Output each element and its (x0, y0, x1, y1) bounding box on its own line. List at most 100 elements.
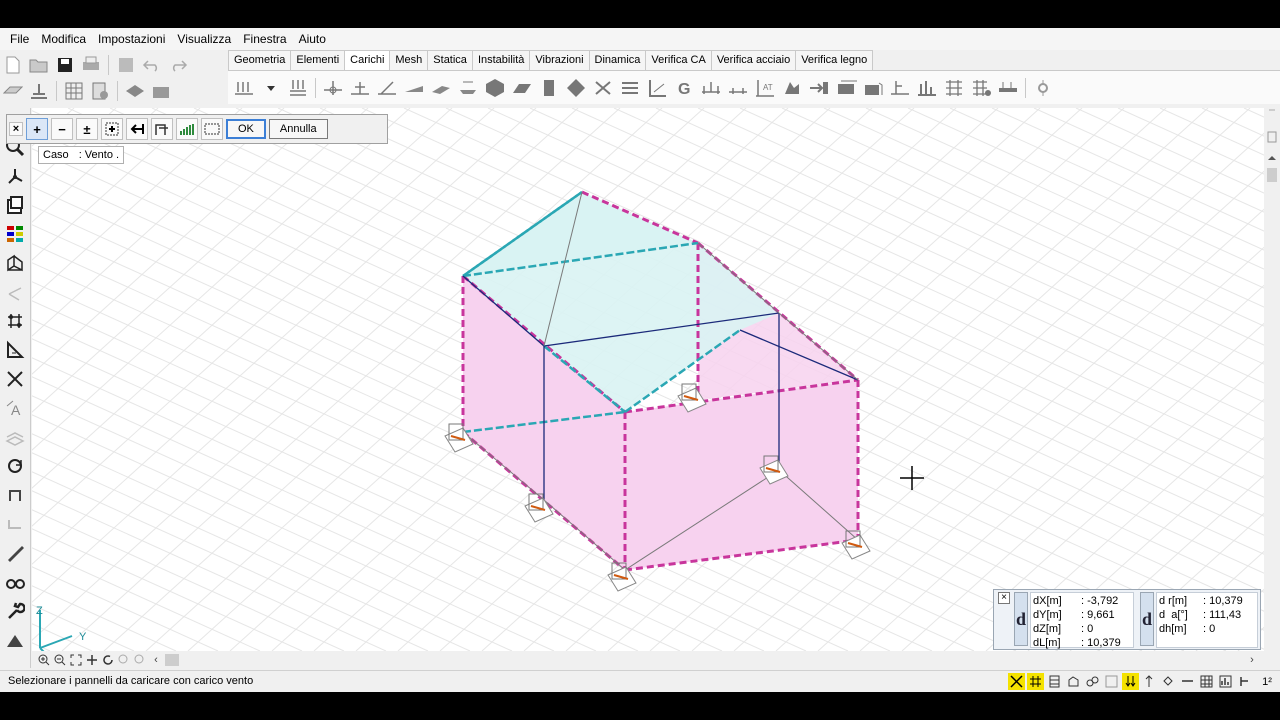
connector-icon[interactable] (1, 511, 29, 537)
link-icon[interactable] (1084, 673, 1101, 690)
apply-to-frame-icon[interactable] (151, 118, 173, 140)
color-palette-icon[interactable] (1, 221, 29, 247)
chart-view-icon[interactable] (1217, 673, 1234, 690)
menu-finestra[interactable]: Finestra (237, 28, 292, 50)
envelope-icon[interactable] (807, 76, 831, 100)
nodal-load-icon[interactable] (286, 76, 310, 100)
menu-impostazioni[interactable]: Impostazioni (92, 28, 171, 50)
menu-file[interactable]: File (4, 28, 35, 50)
print-icon[interactable] (80, 54, 102, 76)
report-icon[interactable] (89, 80, 111, 102)
panel-load-icon[interactable] (510, 76, 534, 100)
undo-icon[interactable] (141, 54, 163, 76)
tab-statica[interactable]: Statica (427, 50, 473, 70)
scale-label[interactable]: 1² (1255, 673, 1279, 690)
dimension-v-icon[interactable] (726, 76, 750, 100)
snap-grid-icon[interactable] (1027, 673, 1044, 690)
wireframe-icon[interactable] (1, 250, 29, 276)
distributed-load-icon[interactable] (232, 76, 256, 100)
move-nodes-icon[interactable] (1, 308, 29, 334)
bar-chart-icon[interactable] (176, 118, 198, 140)
tab-mesh[interactable]: Mesh (389, 50, 429, 70)
table-icon[interactable] (63, 80, 85, 102)
frame-select-icon[interactable] (1103, 673, 1120, 690)
foundation-icon[interactable] (28, 80, 50, 102)
pan-icon[interactable] (84, 652, 100, 668)
window-select-icon[interactable] (201, 118, 223, 140)
spring-icon[interactable] (915, 76, 939, 100)
menu-visualizza[interactable]: Visualizza (171, 28, 237, 50)
measure-close-button[interactable]: × (998, 592, 1010, 604)
table-view-icon[interactable] (1198, 673, 1215, 690)
plane-view-icon[interactable] (2, 80, 24, 102)
ok-button[interactable]: OK (226, 119, 266, 139)
structure-3d-view[interactable]: Z Y X (32, 108, 1264, 651)
line-icon[interactable] (1, 279, 29, 305)
layer-icon[interactable] (124, 80, 146, 102)
solid-load-icon[interactable] (483, 76, 507, 100)
load-direction-icon[interactable] (1122, 673, 1139, 690)
glasses-icon[interactable] (1, 569, 29, 595)
zoom-extents-icon[interactable] (68, 652, 84, 668)
perspective-icon[interactable] (1179, 673, 1196, 690)
toggle-load-button[interactable]: ± (76, 118, 98, 140)
node-snap-icon[interactable] (1160, 673, 1177, 690)
menu-modifica[interactable]: Modifica (35, 28, 92, 50)
scroll-left-icon[interactable]: ‹ (148, 652, 164, 668)
settings-icon[interactable] (1031, 76, 1055, 100)
layers-icon[interactable] (1046, 673, 1063, 690)
frame-icon[interactable] (1, 482, 29, 508)
tab-verifica-legno[interactable]: Verifica legno (795, 50, 874, 70)
block-load-2-icon[interactable] (861, 76, 885, 100)
block-load-icon[interactable] (834, 76, 858, 100)
redo-icon[interactable] (167, 54, 189, 76)
combination-icon[interactable] (780, 76, 804, 100)
hatch-icon[interactable] (1, 424, 29, 450)
select-all-icon[interactable] (101, 118, 123, 140)
menu-aiuto[interactable]: Aiuto (293, 28, 332, 50)
snow-load-icon[interactable] (618, 76, 642, 100)
zoom-in-icon[interactable] (36, 652, 52, 668)
zoom-next-icon[interactable] (132, 652, 148, 668)
save-icon[interactable] (54, 54, 76, 76)
vehicle-load-icon[interactable] (996, 76, 1020, 100)
scroll-thumb[interactable] (164, 652, 180, 668)
wall-load-icon[interactable] (537, 76, 561, 100)
slab-load-icon[interactable] (429, 76, 453, 100)
scale-vertical-icon[interactable] (1141, 673, 1158, 690)
model-viewport[interactable]: Z Y X (32, 108, 1264, 651)
dimension-h-icon[interactable] (699, 76, 723, 100)
new-file-icon[interactable] (2, 54, 24, 76)
snap-cross-icon[interactable] (1008, 673, 1025, 690)
direction-arrow-icon[interactable] (126, 118, 148, 140)
axis-load-icon[interactable] (321, 76, 345, 100)
tab-instabilita[interactable]: Instabilità (471, 50, 531, 70)
vertical-scrollbar[interactable] (1264, 108, 1280, 680)
tab-verifica-ca[interactable]: Verifica CA (645, 50, 712, 70)
dropdown-arrow-icon[interactable] (259, 76, 283, 100)
bracket-icon[interactable] (1236, 673, 1253, 690)
add-load-button[interactable]: + (26, 118, 48, 140)
foundation-load-icon[interactable] (888, 76, 912, 100)
plate-load-icon[interactable] (456, 76, 480, 100)
properties-icon[interactable] (1, 192, 29, 218)
render-icon[interactable] (1065, 673, 1082, 690)
orbit-icon[interactable] (100, 652, 116, 668)
tab-carichi[interactable]: Carichi (344, 50, 391, 71)
scroll-right-icon[interactable]: › (1244, 652, 1260, 668)
tab-vibrazioni[interactable]: Vibrazioni (529, 50, 590, 70)
inclined-load-icon[interactable] (375, 76, 399, 100)
measure-angle-icon[interactable] (1, 337, 29, 363)
cancel-button[interactable]: Annulla (268, 119, 328, 139)
ruler-icon[interactable] (1, 540, 29, 566)
cut-icon[interactable] (1, 366, 29, 392)
tab-geometria[interactable]: Geometria (228, 50, 292, 70)
remove-load-button[interactable]: − (51, 118, 73, 140)
beam-load-icon[interactable] (402, 76, 426, 100)
home-view-icon[interactable] (1, 627, 29, 653)
zoom-previous-icon[interactable] (116, 652, 132, 668)
grid-load-2-icon[interactable] (969, 76, 993, 100)
text-annotation-icon[interactable]: A (1, 395, 29, 421)
seismic-load-icon[interactable] (645, 76, 669, 100)
zoom-out-icon[interactable] (52, 652, 68, 668)
